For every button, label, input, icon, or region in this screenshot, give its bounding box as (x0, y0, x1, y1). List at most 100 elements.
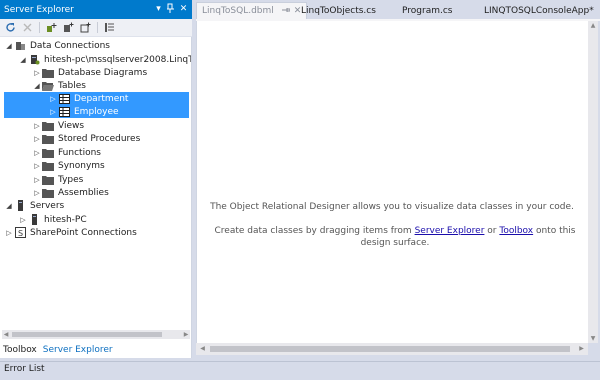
designer-instructions: Create data classes by dragging items fr… (212, 225, 578, 249)
tree-label: Stored Procedures (58, 133, 141, 144)
connect-database-icon[interactable] (45, 21, 58, 34)
sharepoint-icon: S (14, 227, 26, 238)
tree-node-sharepoint[interactable]: ▷ S SharePoint Connections (4, 226, 137, 239)
tree-node-types[interactable]: ▷ Types (32, 173, 83, 186)
tab-toolbox[interactable]: Toolbox (0, 342, 40, 358)
design-surface[interactable] (196, 21, 588, 343)
expand-arrow-icon[interactable]: ▷ (32, 186, 42, 199)
tab-linqtosqlconsoleapp[interactable]: LINQTOSQLConsoleApp* (479, 2, 599, 19)
tree-label: Views (58, 120, 85, 131)
stop-icon[interactable] (21, 21, 34, 34)
tree-node-functions[interactable]: ▷ Functions (32, 146, 101, 159)
connect-server-icon[interactable] (62, 21, 75, 34)
tree-node-views[interactable]: ▷ Views (32, 119, 84, 132)
tab-label: Program.cs (402, 5, 453, 16)
editor-vertical-scrollbar[interactable]: ▲ ▼ (588, 21, 598, 343)
designer-info-text: The Object Relational Designer allows yo… (210, 202, 574, 212)
tree-node-synonyms[interactable]: ▷ Synonyms (32, 159, 105, 172)
collapse-arrow-icon[interactable]: ◢ (18, 53, 28, 66)
tab-label: LinqToObjects.cs (301, 5, 376, 16)
tree-node-connection[interactable]: ◢ hitesh-pc\mssqlserver2008.LinqTo (18, 53, 191, 66)
scrollbar-thumb[interactable] (12, 332, 162, 337)
tree-label: hitesh-pc\mssqlserver2008.LinqTo (44, 54, 191, 65)
servers-icon (14, 200, 26, 211)
tree-node-department[interactable]: ▷ Department (4, 92, 189, 105)
tree-node-database-diagrams[interactable]: ▷ Database Diagrams (32, 66, 147, 79)
tree-label: Functions (58, 147, 101, 158)
server-icon (28, 214, 40, 225)
tab-linqtoobjects-cs[interactable]: LinqToObjects.cs (296, 2, 381, 19)
tree-node-hitesh-pc[interactable]: ▷ hitesh-PC (18, 213, 87, 226)
tree-label: Synonyms (58, 160, 105, 171)
scroll-down-icon[interactable]: ▼ (588, 334, 598, 343)
tree-node-stored-procedures[interactable]: ▷ Stored Procedures (32, 132, 140, 145)
database-connection-icon (28, 54, 40, 65)
table-icon (58, 106, 70, 117)
tree-label: SharePoint Connections (30, 227, 137, 238)
folder-icon (42, 120, 54, 131)
collapse-arrow-icon[interactable]: ◢ (4, 199, 14, 212)
expand-arrow-icon[interactable]: ▷ (4, 226, 14, 239)
expand-arrow-icon[interactable]: ▷ (32, 146, 42, 159)
scrollbar-thumb[interactable] (210, 346, 570, 352)
collapse-arrow-icon[interactable]: ◢ (4, 39, 14, 52)
tree-node-data-connections[interactable]: ◢ Data Connections (4, 39, 110, 52)
refresh-icon[interactable] (4, 21, 17, 34)
editor-tab-strip: LinqToSQL.dbml ✕ LinqToObjects.cs Progra… (196, 0, 600, 19)
tree-label: Department (74, 93, 129, 104)
collapse-arrow-icon[interactable]: ◢ (32, 79, 42, 92)
error-list-tab[interactable]: Error List (0, 361, 600, 380)
scroll-up-icon[interactable]: ▲ (588, 21, 598, 30)
folder-open-icon (42, 80, 54, 91)
scroll-right-icon[interactable]: ▶ (577, 344, 586, 354)
expand-arrow-icon[interactable]: ▷ (32, 173, 42, 186)
expand-arrow-icon[interactable]: ▷ (48, 105, 58, 118)
folder-icon (42, 174, 54, 185)
panel-title-bar: Server Explorer ▾ ✕ (0, 0, 192, 19)
folder-icon (42, 133, 54, 144)
tab-program-cs[interactable]: Program.cs (397, 2, 457, 19)
toolbox-link[interactable]: Toolbox (499, 226, 533, 236)
tab-label: LinqToSQL.dbml (202, 6, 274, 16)
folder-icon (42, 147, 54, 158)
expand-arrow-icon[interactable]: ▷ (32, 159, 42, 172)
folder-icon (42, 187, 54, 198)
properties-icon[interactable] (103, 21, 116, 34)
sharepoint-connect-icon[interactable] (79, 21, 92, 34)
editor-horizontal-scrollbar[interactable]: ◀ ▶ (196, 343, 588, 355)
app-window: Server Explorer ▾ ✕ ◢ Data Connections ◢… (0, 0, 600, 380)
expand-arrow-icon[interactable]: ▷ (48, 92, 58, 105)
expand-arrow-icon[interactable]: ▷ (32, 66, 42, 79)
scroll-right-icon[interactable]: ▶ (182, 330, 190, 339)
server-explorer-tree: ◢ Data Connections ◢ hitesh-pc\mssqlserv… (0, 38, 191, 328)
scroll-left-icon[interactable]: ◀ (2, 330, 10, 339)
toolbar-separator (97, 22, 98, 33)
tree-horizontal-scrollbar[interactable]: ◀ ▶ (2, 330, 190, 339)
tree-node-tables[interactable]: ◢ Tables (32, 79, 86, 92)
server-explorer-panel: Server Explorer ▾ ✕ ◢ Data Connections ◢… (0, 0, 192, 358)
instruction-text: Create data classes by dragging items fr… (214, 226, 415, 236)
svg-text:S: S (18, 229, 23, 238)
expand-arrow-icon[interactable]: ▷ (32, 132, 42, 145)
close-icon[interactable]: ✕ (178, 3, 189, 15)
pin-icon[interactable] (165, 3, 176, 15)
expand-arrow-icon[interactable]: ▷ (18, 213, 28, 226)
pin-icon[interactable] (281, 6, 291, 16)
folder-icon (42, 160, 54, 171)
tree-label: hitesh-PC (44, 214, 87, 225)
scroll-left-icon[interactable]: ◀ (198, 344, 207, 354)
dropdown-icon[interactable]: ▾ (153, 3, 164, 15)
toolbar-separator (39, 22, 40, 33)
tree-node-servers[interactable]: ◢ Servers (4, 199, 64, 212)
data-connections-icon (14, 40, 26, 51)
tree-node-assemblies[interactable]: ▷ Assemblies (32, 186, 109, 199)
server-explorer-link[interactable]: Server Explorer (415, 226, 485, 236)
folder-icon (42, 67, 54, 78)
tab-linqtosql-dbml[interactable]: LinqToSQL.dbml ✕ (196, 2, 308, 19)
tab-server-explorer[interactable]: Server Explorer (39, 342, 116, 358)
panel-title: Server Explorer (4, 4, 74, 15)
tree-label: Assemblies (58, 187, 109, 198)
tab-label: LINQTOSQLConsoleApp* (484, 5, 594, 16)
tree-node-employee[interactable]: ▷ Employee (4, 105, 189, 118)
expand-arrow-icon[interactable]: ▷ (32, 119, 42, 132)
